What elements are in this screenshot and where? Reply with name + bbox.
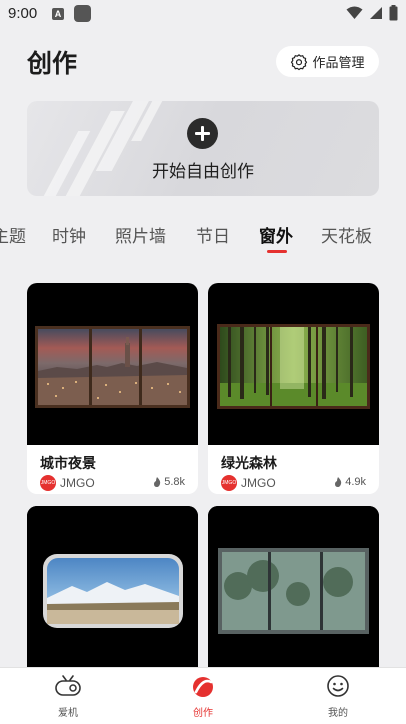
card-likes: 5.8k bbox=[153, 476, 185, 488]
card-thumbnail bbox=[208, 506, 379, 668]
card-title: 城市夜景 bbox=[40, 456, 96, 472]
status-time: 9:00 bbox=[8, 5, 38, 22]
train-window-image bbox=[43, 554, 183, 628]
card-thumbnail bbox=[208, 283, 379, 445]
nav-item-device[interactable]: 爱机 bbox=[38, 674, 98, 719]
works-manage-label: 作品管理 bbox=[312, 56, 365, 71]
tab-theme[interactable]: 主题 bbox=[0, 222, 26, 247]
gear-icon bbox=[291, 53, 308, 70]
work-card[interactable] bbox=[208, 506, 379, 686]
notification-app-icon bbox=[74, 5, 91, 22]
tab-clock[interactable]: 时钟 bbox=[52, 222, 86, 247]
works-manage-button[interactable]: 作品管理 bbox=[276, 46, 379, 77]
projector-icon bbox=[55, 675, 81, 696]
card-likes: 4.9k bbox=[334, 476, 366, 488]
card-title: 绿光森林 bbox=[221, 456, 277, 472]
status-bar: 9:00 A bbox=[0, 0, 406, 30]
flame-icon bbox=[335, 477, 342, 487]
wifi-icon bbox=[346, 6, 363, 19]
card-meta: JMGO JMGO 5.8k bbox=[40, 475, 185, 491]
nav-label-mine: 我的 bbox=[328, 708, 348, 719]
signal-icon bbox=[370, 7, 382, 19]
card-likes-count: 5.8k bbox=[164, 476, 185, 488]
tab-photo-wall[interactable]: 照片墙 bbox=[115, 222, 166, 247]
active-tab-indicator bbox=[267, 250, 287, 253]
rain-window-image bbox=[218, 548, 369, 634]
category-tabs: 主题 时钟 照片墙 节日 窗外 天花板 bbox=[0, 220, 406, 260]
city-night-window-image bbox=[35, 326, 190, 408]
battery-icon bbox=[389, 5, 398, 21]
work-card[interactable]: 绿光森林 JMGO JMGO 4.9k bbox=[208, 283, 379, 494]
card-author: JMGO bbox=[60, 476, 95, 490]
notification-a-icon: A bbox=[52, 8, 64, 20]
page-title: 创作 bbox=[27, 49, 78, 78]
tab-window[interactable]: 窗外 bbox=[259, 222, 293, 247]
card-thumbnail bbox=[27, 283, 198, 445]
jmgo-logo: JMGO bbox=[40, 475, 56, 491]
add-icon bbox=[187, 118, 218, 149]
smiley-icon bbox=[327, 675, 349, 697]
tab-holiday[interactable]: 节日 bbox=[196, 222, 230, 247]
start-create-label: 开始自由创作 bbox=[152, 162, 254, 182]
flame-icon bbox=[154, 477, 161, 487]
tab-ceiling[interactable]: 天花板 bbox=[321, 222, 372, 247]
start-create-card[interactable]: 开始自由创作 bbox=[27, 101, 379, 196]
card-meta: JMGO JMGO 4.9k bbox=[221, 475, 366, 491]
card-author: JMGO bbox=[241, 476, 276, 490]
nav-label-device: 爱机 bbox=[58, 708, 78, 719]
work-card[interactable] bbox=[27, 506, 198, 686]
nav-item-mine[interactable]: 我的 bbox=[308, 674, 368, 719]
bottom-navigation: 爱机 创作 我的 bbox=[0, 667, 406, 724]
work-card[interactable]: 城市夜景 JMGO JMGO 5.8k bbox=[27, 283, 198, 494]
jmgo-logo: JMGO bbox=[221, 475, 237, 491]
card-likes-count: 4.9k bbox=[345, 476, 366, 488]
nav-item-create[interactable]: 创作 bbox=[173, 674, 233, 719]
create-logo-icon bbox=[193, 677, 213, 697]
forest-window-image bbox=[217, 324, 370, 409]
nav-label-create: 创作 bbox=[193, 708, 213, 719]
card-thumbnail bbox=[27, 506, 198, 668]
status-icons bbox=[346, 5, 398, 21]
